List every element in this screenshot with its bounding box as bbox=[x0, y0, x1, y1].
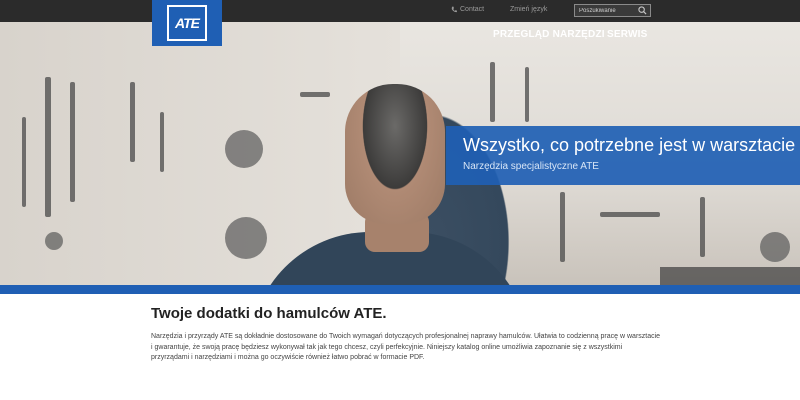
hanging-tool bbox=[560, 192, 565, 262]
gear-tool bbox=[760, 232, 790, 262]
gear-tool bbox=[225, 217, 267, 259]
section-body: Narzędzia i przyrządy ATE są dokładnie d… bbox=[151, 333, 661, 361]
contact-label: Contact bbox=[460, 6, 485, 13]
hanging-tool bbox=[160, 112, 164, 172]
hanging-tool bbox=[45, 77, 51, 217]
language-label: Zmień język bbox=[510, 6, 548, 13]
gear-tool bbox=[225, 130, 263, 168]
top-bar bbox=[0, 0, 800, 22]
hanging-tool bbox=[600, 212, 660, 217]
change-language-link[interactable]: Zmień język bbox=[510, 6, 547, 13]
search-box bbox=[574, 4, 651, 17]
hanging-tool bbox=[70, 82, 75, 202]
ate-logo[interactable]: ATE bbox=[152, 0, 222, 46]
logo-text: ATE bbox=[175, 15, 200, 31]
hanging-tool bbox=[700, 197, 705, 257]
search-icon[interactable] bbox=[638, 6, 647, 15]
person-head bbox=[345, 84, 445, 224]
search-input[interactable] bbox=[575, 5, 635, 16]
gear-tool bbox=[45, 232, 63, 250]
hanging-tool bbox=[130, 82, 135, 162]
hanging-tool bbox=[525, 67, 529, 122]
nav-service[interactable]: SERWIS bbox=[607, 29, 647, 40]
hero-title: Wszystko, co potrzebne jest w warsztacie bbox=[463, 135, 796, 155]
phone-icon bbox=[451, 6, 457, 13]
workbench bbox=[660, 267, 800, 285]
hanging-tool bbox=[490, 62, 495, 122]
hero-banner: Wszystko, co potrzebne jest w warsztacie… bbox=[446, 126, 800, 185]
hanging-tool bbox=[300, 92, 330, 97]
nav-tools-overview[interactable]: PRZEGLĄD NARZĘDZI bbox=[493, 29, 605, 40]
contact-link[interactable]: Contact bbox=[451, 6, 484, 13]
hanging-tool bbox=[22, 117, 26, 207]
hero-subtitle: Narzędzia specjalistyczne ATE bbox=[463, 161, 599, 172]
hero-image: PRZEGLĄD NARZĘDZI SERWIS Wszystko, co po… bbox=[0, 22, 800, 285]
logo-frame: ATE bbox=[167, 5, 207, 41]
section-title: Twoje dodatki do hamulców ATE. bbox=[151, 305, 387, 322]
divider-strip bbox=[0, 285, 800, 294]
